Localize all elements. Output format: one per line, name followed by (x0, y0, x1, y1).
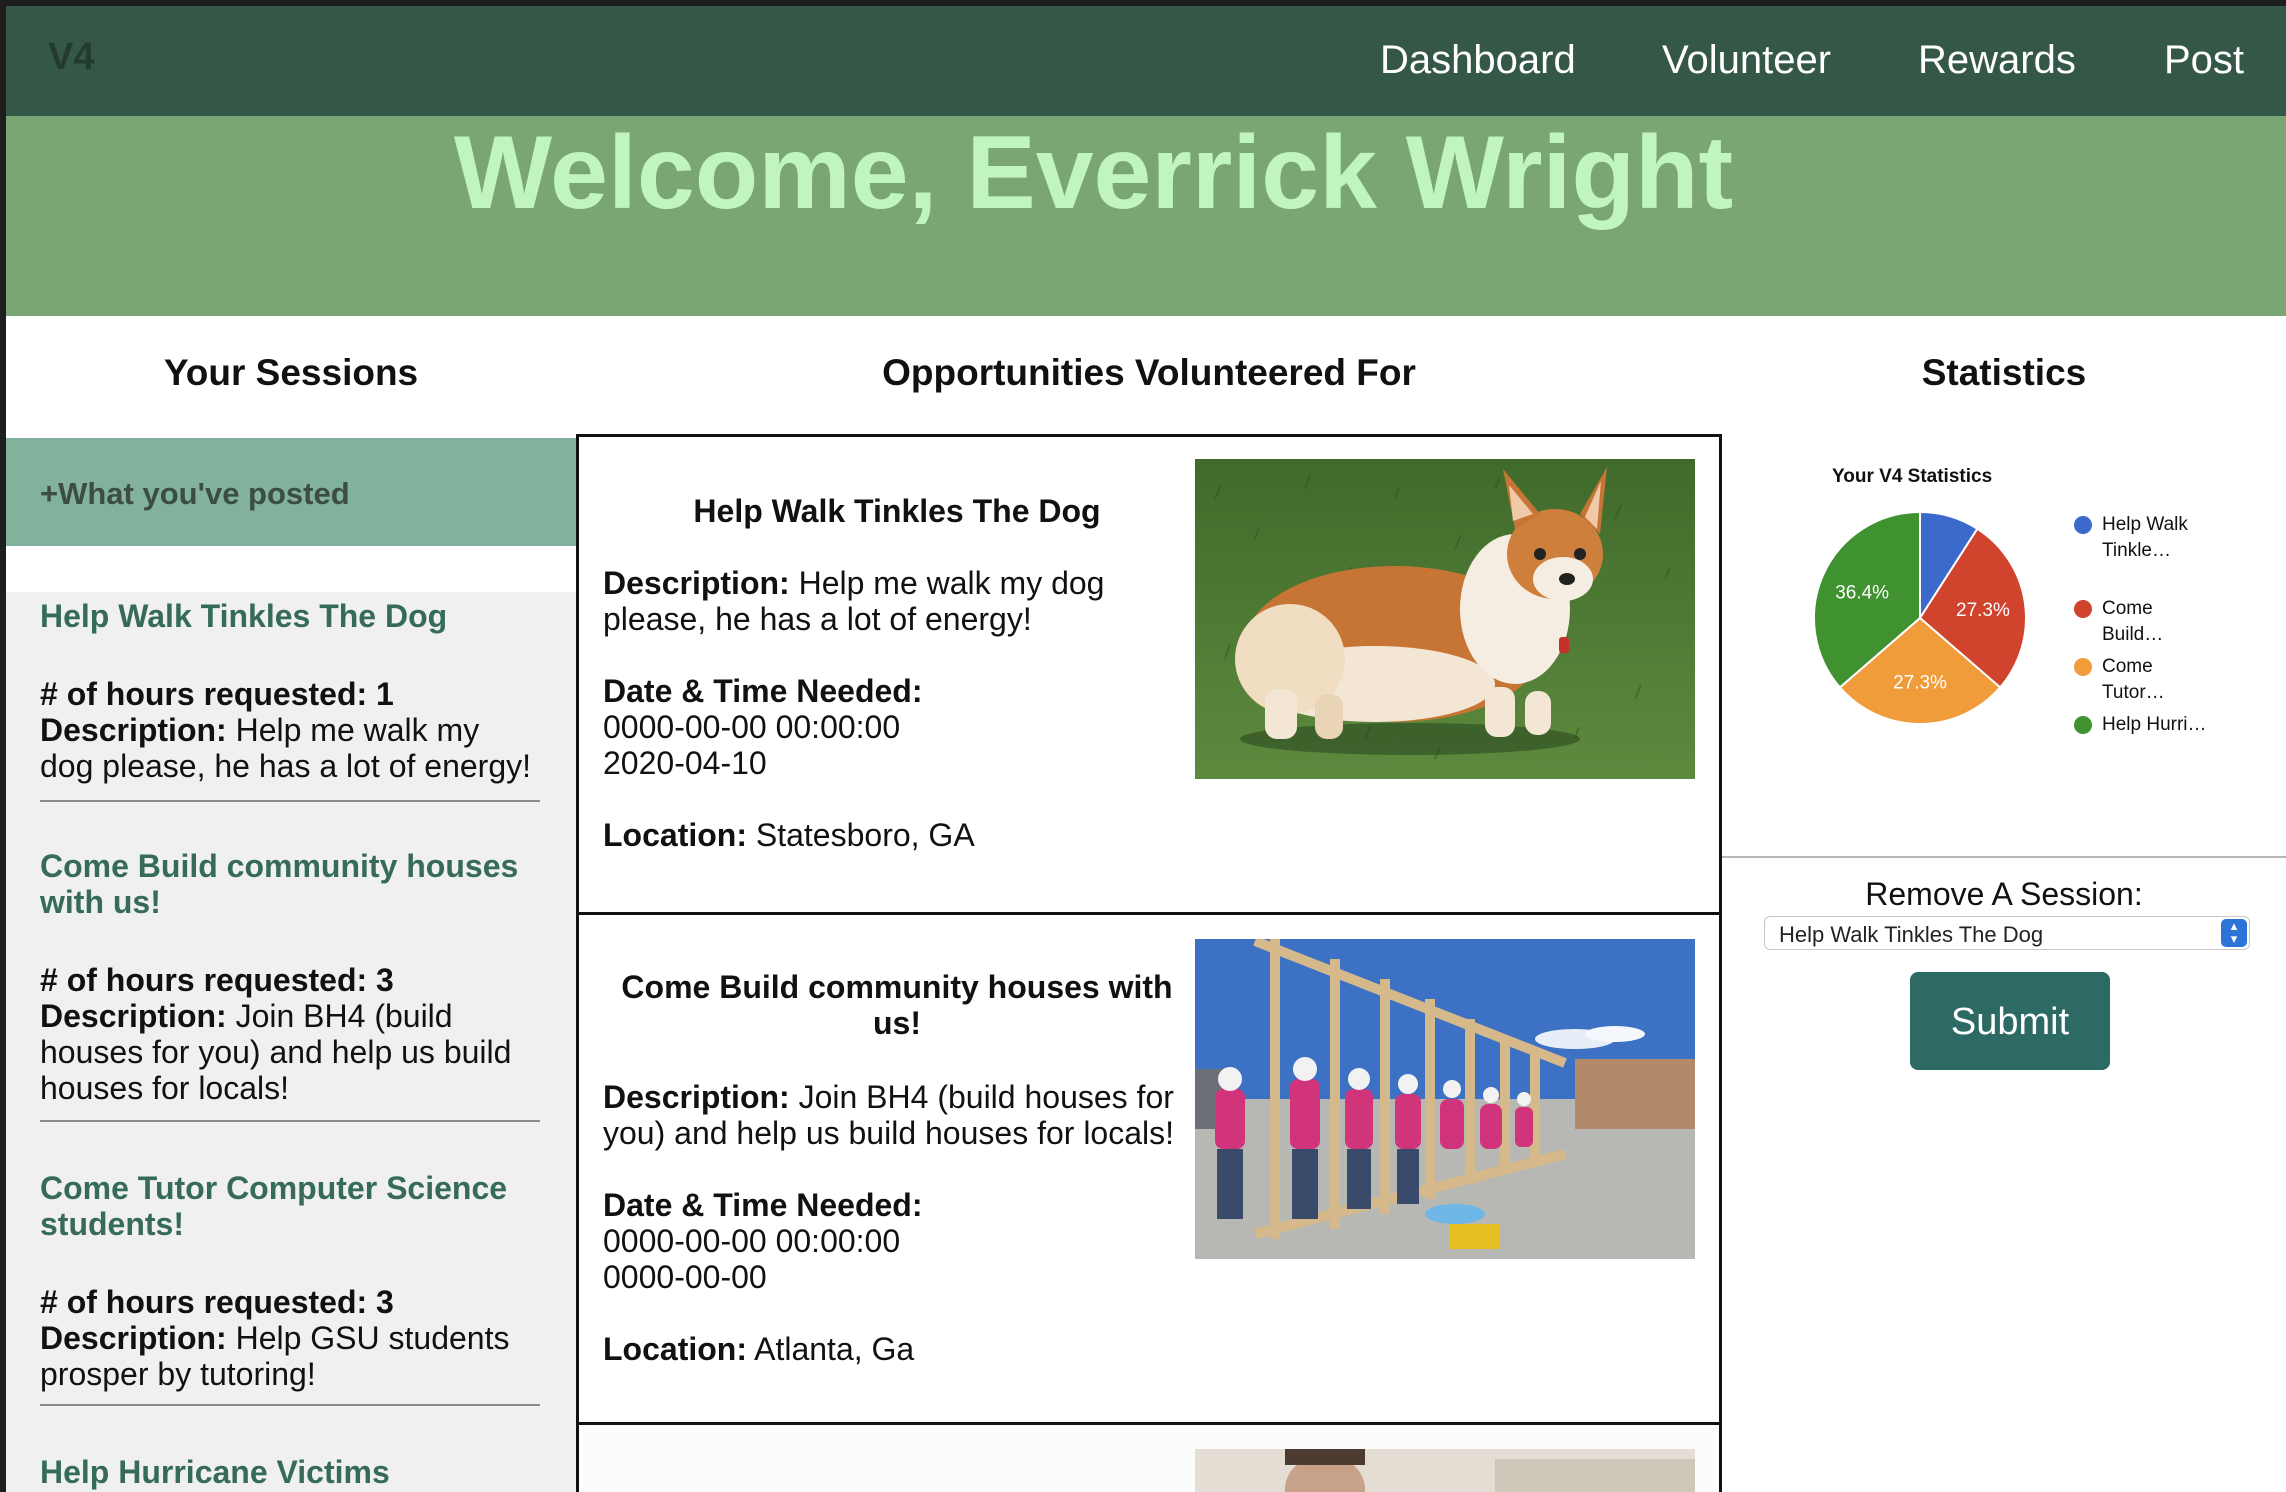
session-details: # of hours requested: 1 Description: Hel… (40, 676, 540, 784)
session-title[interactable]: Help Walk Tinkles The Dog (40, 598, 540, 634)
welcome-banner: Welcome, Everrick Wright (6, 115, 2286, 316)
remove-session-select[interactable]: Help Walk Tinkles The Dog ▴ ▾ (1764, 916, 2250, 950)
pie-chart: 27.3% 27.3% 36.4% (1814, 512, 2027, 725)
legend-label: Help Hurri… (2102, 714, 2207, 735)
session-title[interactable]: Help Hurricane Victims (40, 1454, 540, 1490)
description-label: Description: (40, 1320, 227, 1356)
opportunities-panel: Help Walk Tinkles The Dog Description: H… (576, 434, 1722, 1492)
divider (40, 1120, 540, 1122)
session-title[interactable]: Come Build community houses with us! (40, 848, 540, 920)
opportunity-details: Description: Join BH4 (build houses for … (603, 1079, 1203, 1367)
pie-slice-label: 27.3% (1893, 673, 1947, 694)
description-label: Description: (40, 712, 227, 748)
nav-link-dashboard[interactable]: Dashboard (1380, 38, 1576, 83)
location-label: Location: (603, 1331, 747, 1367)
nav-link-post[interactable]: Post (2164, 38, 2244, 83)
opportunity-location: Statesboro, GA (755, 817, 975, 853)
browser-viewport: V4 Dashboard Volunteer Rewards Post Welc… (6, 6, 2286, 1492)
top-navbar: V4 Dashboard Volunteer Rewards Post (6, 6, 2286, 116)
opportunity-card (579, 1422, 1719, 1492)
description-label: Description: (40, 998, 227, 1034)
hours-value: 1 (376, 676, 394, 712)
description-label: Description: (603, 1079, 790, 1115)
opportunity-datetime: 0000-00-00 00:00:00 (603, 1223, 901, 1259)
opportunity-datetime: 0000-00-00 00:00:00 (603, 709, 901, 745)
spacer (6, 546, 576, 592)
remove-session-label: Remove A Session: (1865, 876, 2143, 912)
opportunity-location: Atlanta, Ga (754, 1331, 915, 1367)
hours-label: # of hours requested: (40, 962, 368, 998)
hours-value: 3 (376, 1284, 394, 1320)
house-building-photo (1195, 939, 1695, 1259)
legend-label: Come Build… (2102, 598, 2164, 645)
legend-swatch (2074, 600, 2092, 618)
datetime-label: Date & Time Needed: (603, 1187, 923, 1223)
corgi-photo (1195, 459, 1695, 779)
session-item: Help Hurricane Victims (40, 1454, 540, 1490)
session-item: Come Tutor Computer Science students! # … (40, 1170, 540, 1392)
legend-swatch (2074, 716, 2092, 734)
legend-label: Help Walk Tinkle… (2102, 514, 2188, 561)
hours-label: # of hours requested: (40, 1284, 368, 1320)
opportunity-details: Description: Help me walk my dog please,… (603, 565, 1203, 853)
legend-swatch (2074, 658, 2092, 676)
statistics-panel: Your V4 Statistics 27.3% 27.3% 36.4% Help … (1722, 316, 2286, 1492)
opportunity-date: 2020-04-10 (603, 745, 767, 781)
nav-link-volunteer[interactable]: Volunteer (1662, 38, 1831, 83)
datetime-label: Date & Time Needed: (603, 673, 923, 709)
opportunity-date: 0000-00-00 (603, 1259, 767, 1295)
pie-slice-label: 36.4% (1835, 583, 1889, 604)
session-details: # of hours requested: 3 Description: Joi… (40, 962, 540, 1106)
opportunity-card: Help Walk Tinkles The Dog Description: H… (579, 434, 1719, 912)
sessions-heading: Your Sessions (163, 352, 419, 393)
hours-label: # of hours requested: (40, 676, 368, 712)
pie-slice-label: 27.3% (1956, 600, 2010, 621)
session-item: Help Walk Tinkles The Dog # of hours req… (40, 598, 540, 784)
chart-title: Your V4 Statistics (1832, 466, 1993, 487)
legend-label: Come Tutor… (2102, 656, 2165, 703)
divider (40, 1404, 540, 1406)
session-title[interactable]: Come Tutor Computer Science students! (40, 1170, 540, 1242)
posted-toggle[interactable]: +What you've posted (6, 438, 576, 546)
nav-link-rewards[interactable]: Rewards (1918, 38, 2076, 83)
divider (1722, 856, 2286, 858)
tutoring-photo (1195, 1449, 1695, 1492)
opportunity-title: Come Build community houses with us! (621, 969, 1173, 1041)
opportunity-card: Come Build community houses with us! Des… (579, 912, 1719, 1422)
location-label: Location: (603, 817, 747, 853)
sessions-panel: +What you've posted Help Walk Tinkles Th… (6, 438, 576, 1492)
opportunities-heading: Opportunities Volunteered For (882, 352, 1416, 393)
posted-toggle-label: +What you've posted (40, 476, 350, 511)
description-label: Description: (603, 565, 790, 601)
divider (40, 800, 540, 802)
submit-button[interactable]: Submit (1910, 972, 2110, 1070)
welcome-title: Welcome, Everrick Wright (453, 115, 1734, 231)
legend-swatch (2074, 516, 2092, 534)
select-arrows-icon: ▴ ▾ (2221, 919, 2247, 947)
select-value: Help Walk Tinkles The Dog (1779, 922, 2044, 947)
brand-logo[interactable]: V4 (48, 36, 94, 79)
session-details: # of hours requested: 3 Description: Hel… (40, 1284, 540, 1392)
opportunity-title: Help Walk Tinkles The Dog (693, 493, 1101, 529)
session-item: Come Build community houses with us! # o… (40, 848, 540, 1106)
hours-value: 3 (376, 962, 394, 998)
